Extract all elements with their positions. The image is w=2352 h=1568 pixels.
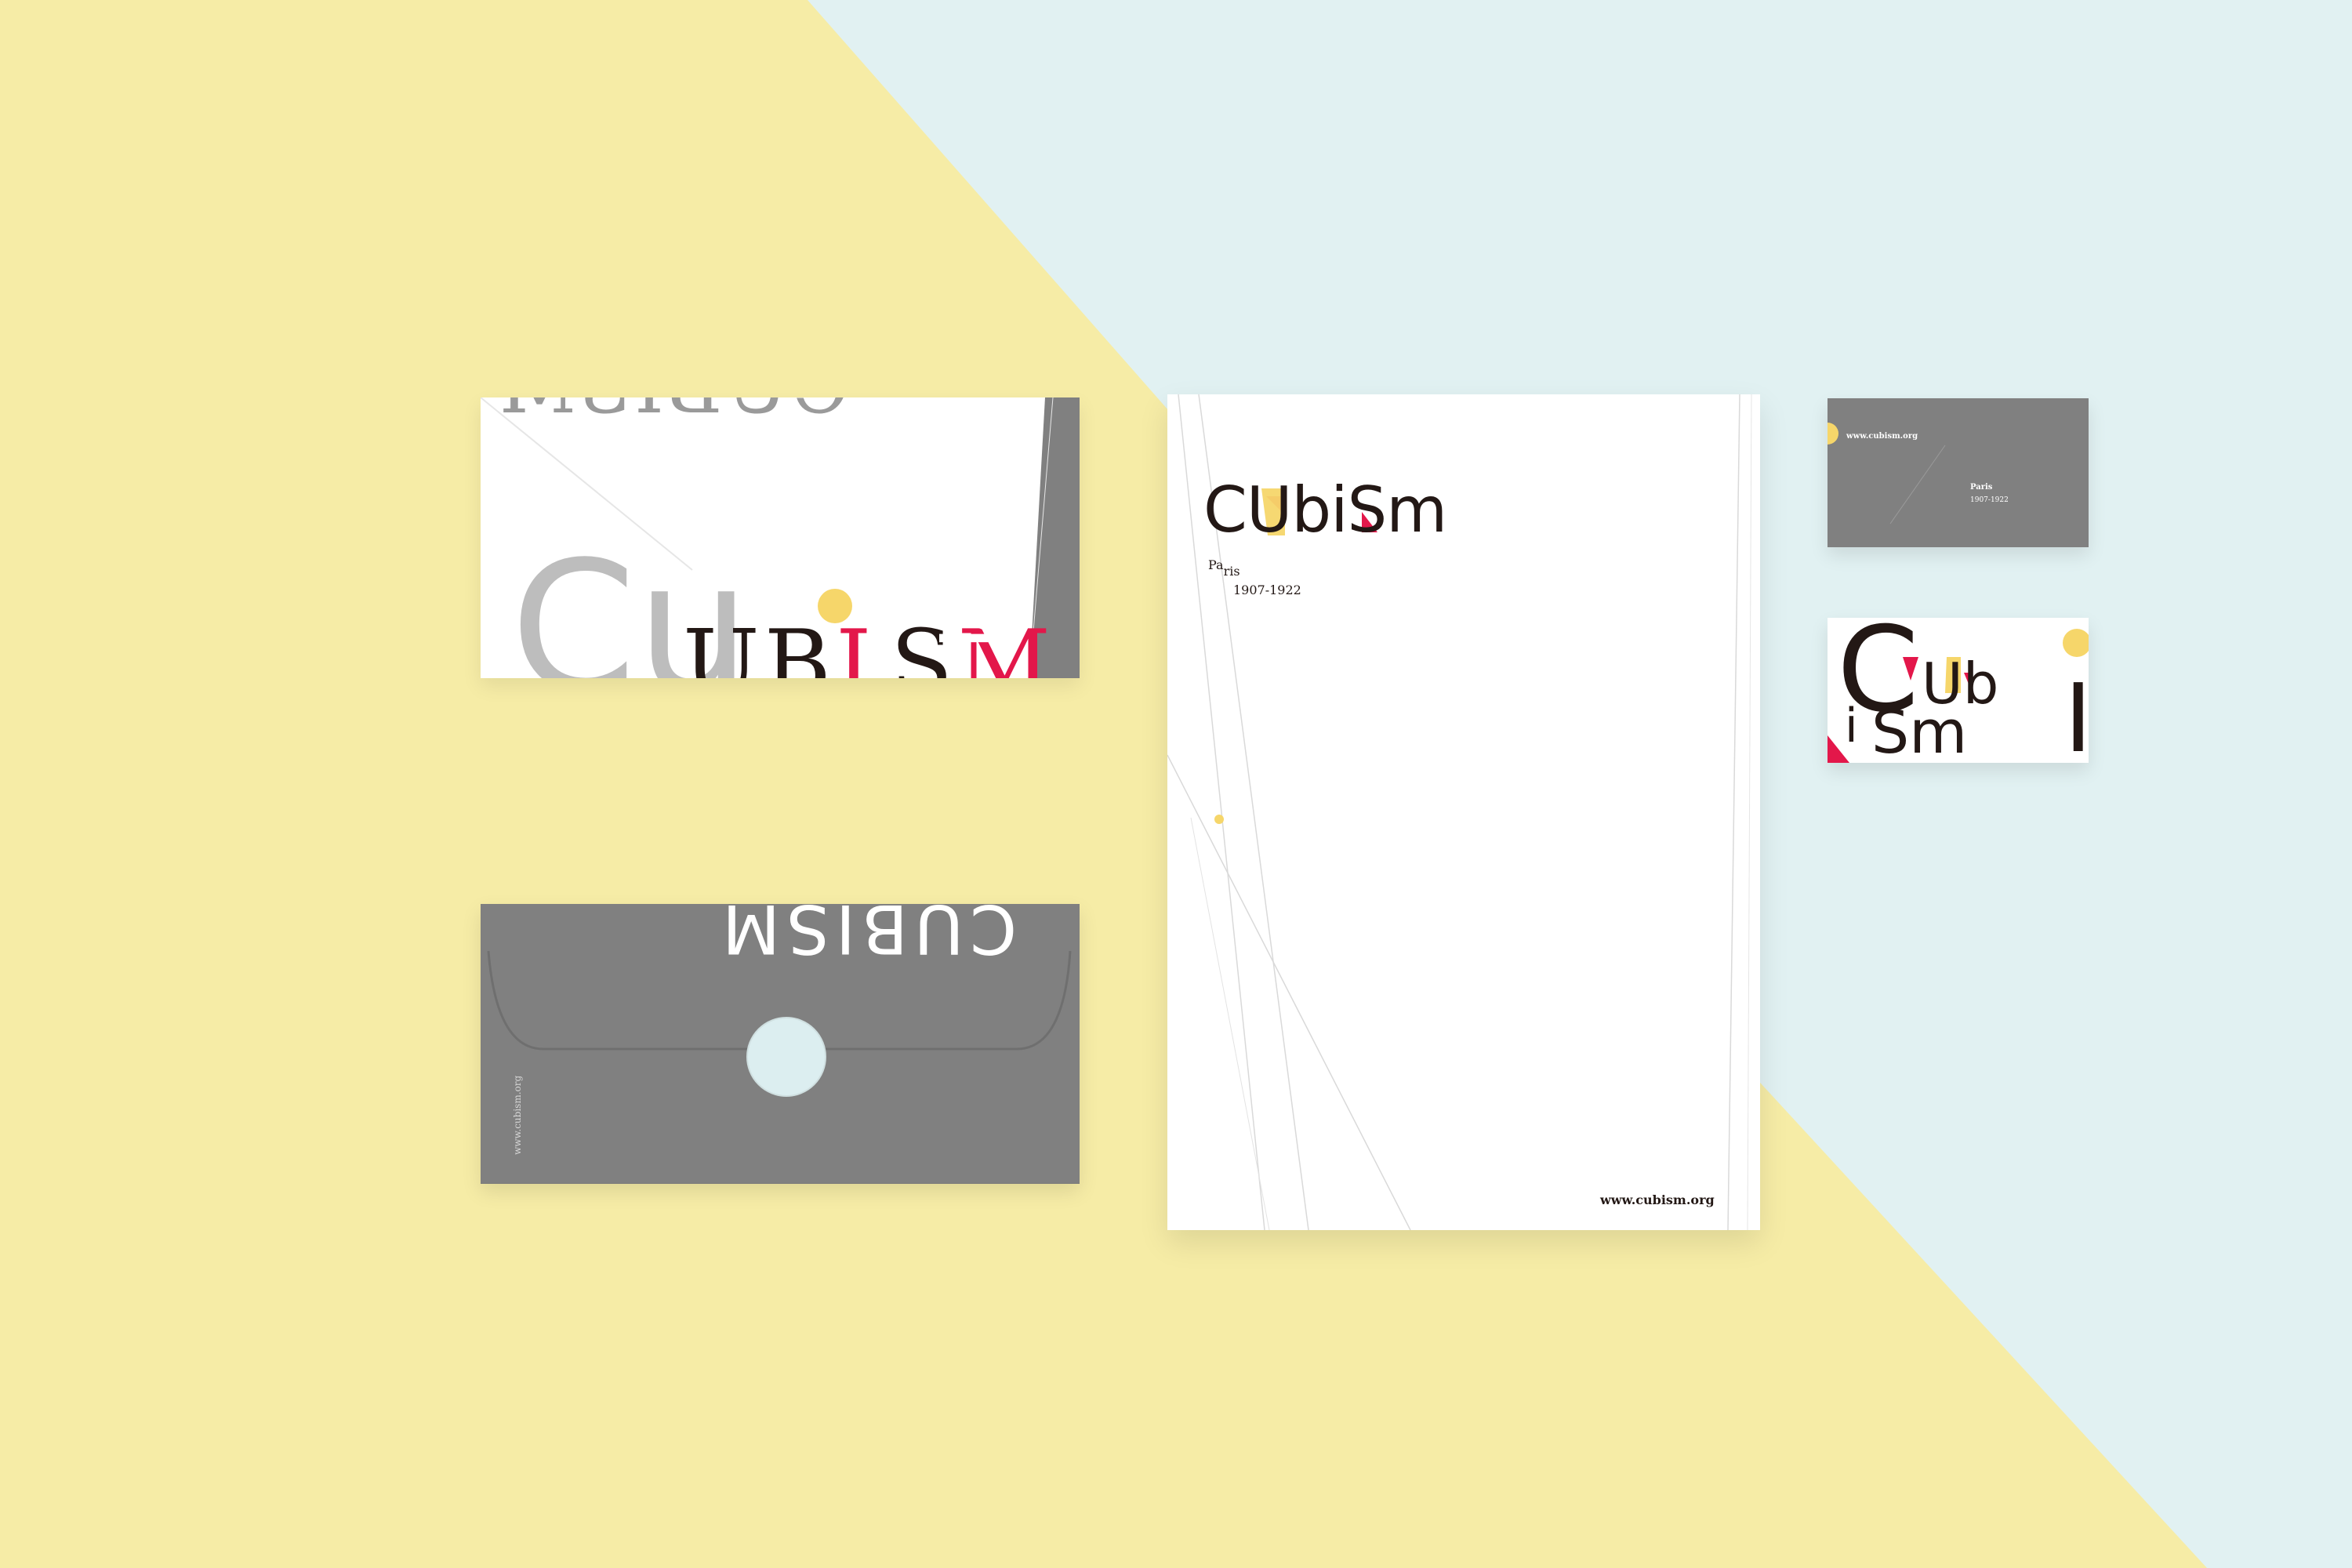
letterhead-place: Paris: [1208, 557, 1240, 578]
envelope-front-vertical-m: M: [919, 576, 1019, 651]
business-card-back-place: Paris: [1970, 483, 1992, 492]
business-card-back-place-text: Paris: [1970, 483, 1993, 492]
letterhead-line-4: [1190, 817, 1270, 1230]
envelope-back-seal: [746, 1017, 826, 1097]
business-card-front: C Ub i Sm I: [1828, 618, 2089, 763]
letterhead-line-6: [1747, 394, 1752, 1230]
letterhead-line-2: [1167, 754, 1411, 1230]
mockup-scene: CUBISM Cu UBISM M CUBISM www.cubism.org: [0, 0, 2352, 1568]
letterhead-logo-c: C: [1203, 474, 1247, 546]
business-card-back: www.cubism.org Paris 1907-1922: [1828, 398, 2089, 547]
envelope-back-url: www.cubism.org: [512, 1076, 523, 1155]
letterhead-line-5: [1727, 394, 1740, 1230]
letterhead-logo-s: S: [1347, 474, 1387, 546]
envelope-front-watermark: CUBISM: [496, 397, 850, 430]
envelope-back-url-text: www.cubism.org: [512, 1075, 523, 1155]
letterhead-url: www.cubism.org: [1600, 1194, 1715, 1207]
letterhead-logo-i: i: [1330, 474, 1348, 546]
business-card-back-years-text: 1907-1922: [1970, 496, 2009, 504]
business-card-back-shapes: [1828, 423, 1946, 524]
letterhead-place-1: Pa: [1208, 557, 1224, 572]
envelope-back: CUBISM www.cubism.org: [481, 904, 1080, 1184]
envelope-front-i-text: I: [836, 611, 877, 679]
envelope-back-flap-label: CUBISM: [716, 904, 1018, 967]
letterhead-yellow-dot: [1214, 815, 1224, 824]
business-card-front-i: i: [1845, 702, 1858, 750]
letterhead-logo-m: m: [1386, 474, 1447, 546]
business-card-front-yellow-dot: [2063, 629, 2089, 657]
business-card-front-s-text: S: [1871, 697, 1910, 763]
letterhead-logo-u: U: [1246, 474, 1293, 546]
letterhead-logo-b: b: [1291, 474, 1331, 546]
letterhead-logo: CUbiSm: [1203, 479, 1447, 542]
envelope-front-ub-text: UB: [683, 611, 837, 679]
business-card-back-url-text: www.cubism.org: [1846, 432, 1918, 441]
business-card-back-years: 1907-1922: [1970, 496, 2009, 504]
business-card-front-bar-text: I: [2064, 665, 2089, 764]
envelope-front: CUBISM Cu UBISM M: [481, 397, 1080, 678]
business-card-front-i-text: i: [1845, 699, 1858, 753]
letterhead-place-2: ris: [1223, 564, 1240, 579]
letterhead: CUbiSm Paris 1907-1922 www.cubism.org: [1167, 394, 1760, 1230]
business-card-front-sm: Sm: [1871, 702, 1967, 762]
envelope-front-vertical-letter: M: [919, 576, 1019, 651]
letterhead-years: 1907-1922: [1233, 584, 1301, 597]
envelope-front-watermark-text: CUBISM: [496, 397, 850, 430]
business-card-back-line: [1889, 445, 1946, 524]
letterhead-years-text: 1907-1922: [1233, 583, 1301, 597]
envelope-back-flap-text: CUBISM: [716, 904, 1017, 967]
business-card-back-url: www.cubism.org: [1846, 432, 1918, 441]
business-card-front-m-text: m: [1909, 697, 1968, 763]
business-card-front-bar: I: [2064, 673, 2089, 764]
letterhead-url-text: www.cubism.org: [1600, 1192, 1715, 1207]
business-card-back-yellow-dot: [1828, 423, 1838, 445]
